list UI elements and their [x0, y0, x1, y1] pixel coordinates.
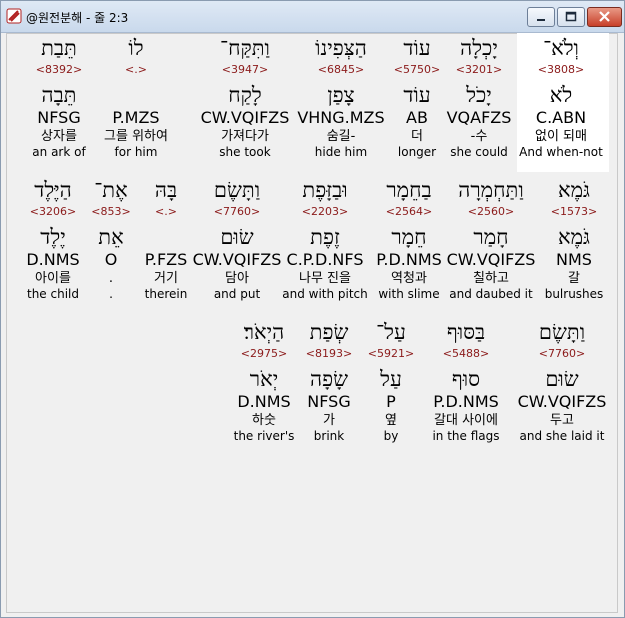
lemma: לָקַח — [228, 83, 262, 107]
strong-number: <3947> — [221, 63, 269, 76]
word-cell[interactable]: הַיֶּלֶד <3206> יֶלֶד D.NMS 아이를 the child — [0, 177, 108, 302]
word-cell[interactable]: הַצְּפִינוֹ <6845> צָפַן VHNG.MZS 숨길-hide hi… — [286, 35, 396, 160]
english-gloss: the child — [27, 287, 79, 301]
strong-number: <3206> — [29, 205, 77, 218]
korean-gloss: 숨길- — [326, 129, 356, 144]
english-gloss: she took — [219, 145, 271, 159]
lemma: יֶלֶד — [40, 225, 66, 249]
strong-number: <8392> — [35, 63, 83, 76]
word-cell[interactable]: הַיְאֹר׃ <2975> יְאֹר D.NMS 하숫 the river's — [209, 319, 319, 444]
parsing-code: VHNG.MZS — [297, 108, 385, 127]
lemma: שׂוּם — [545, 367, 579, 391]
parsing-code: CW.VQIFZS — [517, 392, 607, 411]
word-cell[interactable]: וַתִּקַּח־ <3947> לָקַח CW.VQIFZS 가져다가 she to… — [190, 35, 300, 160]
word-cell[interactable]: וַתָּשֶׂם <7760> שׂוּם CW.VQIFZS 두고 and she l… — [507, 319, 617, 444]
english-gloss: hide him — [314, 145, 368, 159]
strong-number: <6845> — [317, 63, 365, 76]
lemma: צָפַן — [327, 83, 355, 107]
strong-number: <7760> — [538, 347, 586, 360]
hebrew-word: וַתָּשֶׂם — [538, 320, 586, 344]
maximize-button[interactable] — [557, 7, 585, 27]
korean-gloss: 상자를 — [41, 129, 77, 144]
hebrew-word: הַצְּפִינוֹ — [315, 36, 367, 60]
minimize-button[interactable] — [527, 7, 555, 27]
window-title: @원전분해 - 줄 2:3 — [26, 11, 129, 25]
app-icon — [6, 8, 22, 24]
word-cell[interactable]: תֵּבַת <8392> תֵּבָה NFSG 상자를 an ark of — [4, 35, 114, 160]
title-bar[interactable]: @원전분해 - 줄 2:3 — [1, 1, 624, 33]
close-button[interactable] — [587, 7, 622, 27]
lemma: יְאֹר — [249, 367, 279, 391]
parsing-code: CW.VQIFZS — [200, 108, 290, 127]
hebrew-word: תֵּבַת — [41, 36, 77, 60]
minimize-icon — [537, 19, 545, 21]
close-icon — [599, 11, 610, 22]
korean-gloss: 가져다가 — [221, 129, 269, 144]
english-gloss: an ark of — [32, 145, 86, 159]
hebrew-word: הַיֶּלֶד — [34, 178, 72, 202]
korean-gloss: 하숫 — [252, 413, 276, 428]
parsing-code: D.NMS — [237, 392, 291, 411]
parsing-code: D.NMS — [26, 250, 80, 269]
lemma: תֵּבָה — [41, 83, 77, 107]
korean-gloss: 아이를 — [35, 271, 71, 286]
english-gloss: and she laid it — [519, 429, 605, 443]
parsing-code: NFSG — [37, 108, 81, 127]
hebrew-word: הַיְאֹר׃ — [243, 320, 285, 344]
maximize-icon — [565, 11, 577, 22]
strong-number: <2975> — [240, 347, 288, 360]
english-gloss: the river's — [233, 429, 295, 443]
hebrew-word: וַתִּקַּח־ — [220, 36, 270, 60]
korean-gloss: 두고 — [550, 413, 574, 428]
